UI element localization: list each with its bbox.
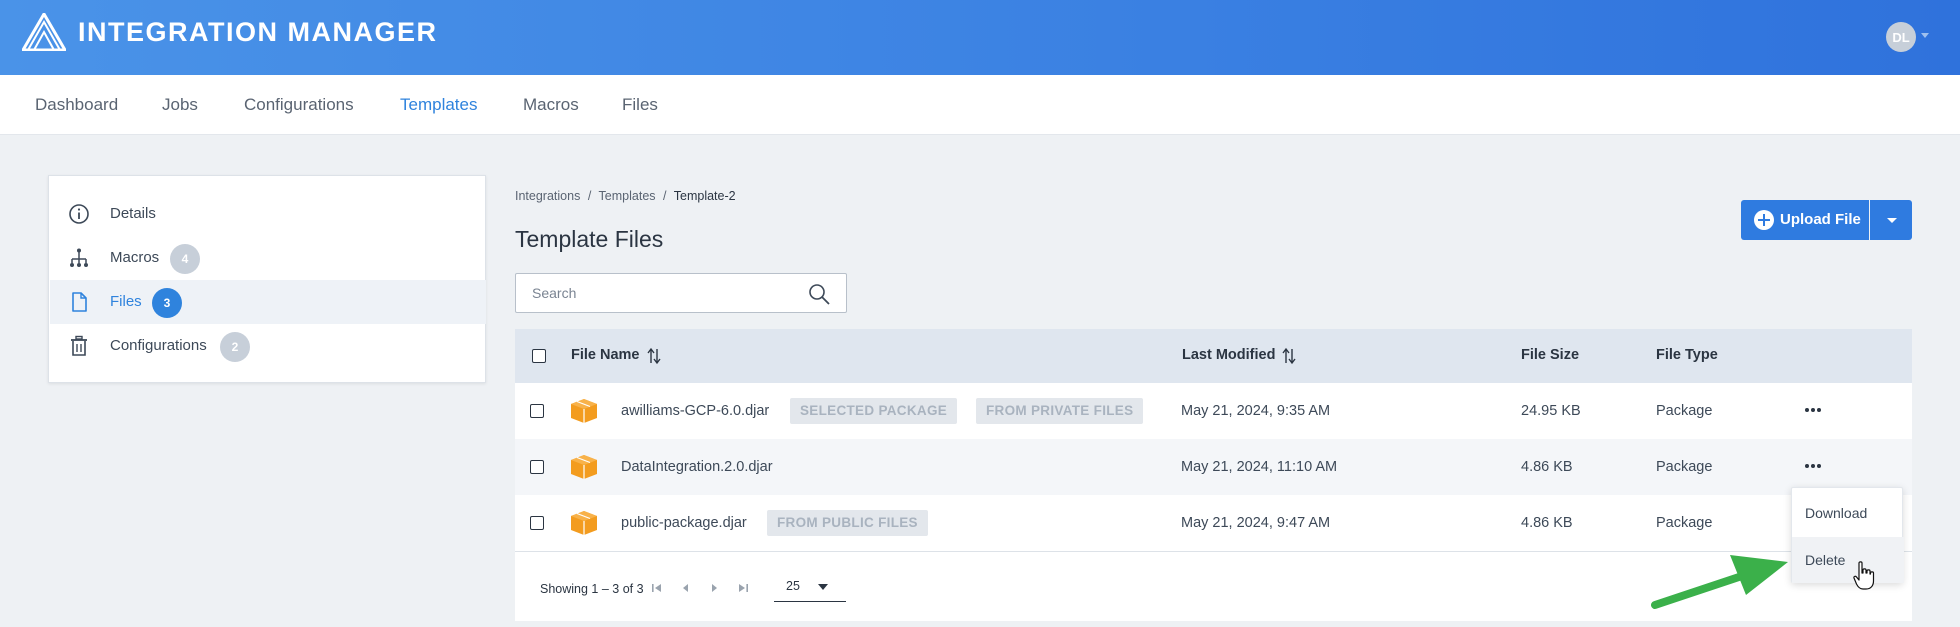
file-type: Package bbox=[1656, 515, 1713, 531]
app-title: INTEGRATION MANAGER bbox=[78, 17, 438, 47]
menu-item-download[interactable]: Download bbox=[1792, 490, 1904, 536]
table-row[interactable]: public-package.djar FROM PUBLIC FILES Ma… bbox=[515, 495, 1912, 551]
file-type: Package bbox=[1656, 459, 1713, 475]
sort-icon[interactable] bbox=[646, 347, 662, 365]
app-header: INTEGRATION MANAGER DL bbox=[0, 0, 1960, 75]
package-icon bbox=[571, 511, 597, 535]
table-row[interactable]: awilliams-GCP-6.0.djar SELECTED PACKAGE … bbox=[515, 383, 1912, 439]
rows-per-page-value: 25 bbox=[786, 579, 800, 593]
upload-file-button[interactable]: Upload File bbox=[1741, 200, 1869, 240]
more-actions-icon[interactable] bbox=[1802, 403, 1826, 417]
upload-file-label: Upload File bbox=[1780, 211, 1861, 228]
search-input[interactable] bbox=[516, 274, 796, 312]
count-badge: 3 bbox=[152, 288, 182, 318]
table-header: File Name Last Modified File Size File T… bbox=[515, 329, 1912, 383]
nav-configurations[interactable]: Configurations bbox=[244, 95, 354, 115]
chevron-down-icon[interactable] bbox=[1921, 33, 1929, 38]
rows-per-page-select[interactable]: 25 bbox=[774, 572, 846, 602]
file-name[interactable]: public-package.djar bbox=[621, 515, 747, 531]
select-all-checkbox[interactable] bbox=[532, 349, 546, 363]
sidebar-item-macros[interactable]: Macros 4 bbox=[50, 236, 486, 280]
info-icon bbox=[69, 204, 89, 224]
hierarchy-icon bbox=[70, 248, 88, 267]
file-name[interactable]: DataIntegration.2.0.djar bbox=[621, 459, 773, 475]
last-page-icon[interactable] bbox=[736, 581, 750, 595]
nav-dashboard[interactable]: Dashboard bbox=[35, 95, 118, 115]
package-icon bbox=[571, 455, 597, 479]
nav-files[interactable]: Files bbox=[622, 95, 658, 115]
row-checkbox[interactable] bbox=[530, 404, 544, 418]
page-title: Template Files bbox=[515, 226, 664, 252]
file-name[interactable]: awilliams-GCP-6.0.djar bbox=[621, 403, 769, 419]
template-sidebar: Details Macros 4 Files 3 Configurations … bbox=[48, 175, 486, 383]
sidebar-item-label: Macros bbox=[110, 249, 160, 266]
status-badge: SELECTED PACKAGE bbox=[790, 398, 958, 424]
breadcrumb-separator: / bbox=[663, 189, 667, 203]
status-badge: FROM PRIVATE FILES bbox=[976, 398, 1144, 424]
column-header-file-type: File Type bbox=[1656, 347, 1718, 363]
sort-icon[interactable] bbox=[1281, 347, 1297, 365]
sidebar-item-label: Files bbox=[110, 293, 142, 310]
sidebar-item-label: Details bbox=[110, 205, 156, 222]
package-icon bbox=[571, 399, 597, 423]
sidebar-item-configurations[interactable]: Configurations 2 bbox=[50, 324, 486, 368]
column-header-last-modified[interactable]: Last Modified bbox=[1182, 347, 1275, 363]
breadcrumb-current: Template-2 bbox=[673, 189, 736, 203]
sidebar-item-files[interactable]: Files 3 bbox=[50, 280, 486, 324]
sidebar-item-label: Configurations bbox=[110, 337, 207, 354]
count-badge: 4 bbox=[170, 244, 200, 274]
file-type: Package bbox=[1656, 403, 1713, 419]
next-page-icon[interactable] bbox=[707, 581, 721, 595]
breadcrumb: Integrations / Templates / Template-2 bbox=[515, 189, 740, 203]
row-actions-menu: Download Delete bbox=[1791, 487, 1904, 583]
top-nav: Dashboard Jobs Configurations Templates … bbox=[0, 75, 1960, 135]
row-checkbox[interactable] bbox=[530, 516, 544, 530]
last-modified: May 21, 2024, 11:10 AM bbox=[1181, 459, 1338, 475]
column-header-file-name[interactable]: File Name bbox=[571, 347, 640, 363]
nav-jobs[interactable]: Jobs bbox=[162, 95, 198, 115]
nav-templates[interactable]: Templates bbox=[400, 95, 477, 115]
showing-count: Showing 1 – 3 of 3 bbox=[540, 582, 644, 596]
more-actions-icon[interactable] bbox=[1802, 459, 1826, 473]
search-box bbox=[515, 273, 847, 313]
last-modified: May 21, 2024, 9:47 AM bbox=[1181, 515, 1331, 531]
breadcrumb-integrations[interactable]: Integrations bbox=[515, 189, 580, 203]
breadcrumb-templates[interactable]: Templates bbox=[599, 189, 656, 203]
count-badge: 2 bbox=[220, 332, 250, 362]
annotation-arrow-icon bbox=[1651, 555, 1788, 609]
logo-icon bbox=[22, 13, 66, 51]
status-badge: FROM PUBLIC FILES bbox=[767, 510, 928, 536]
upload-options-dropdown[interactable] bbox=[1870, 200, 1912, 240]
breadcrumb-separator: / bbox=[587, 189, 592, 203]
avatar[interactable]: DL bbox=[1886, 22, 1916, 52]
file-size: 4.86 KB bbox=[1521, 515, 1573, 531]
plus-circle-icon bbox=[1754, 210, 1774, 230]
row-checkbox[interactable] bbox=[530, 460, 544, 474]
previous-page-icon[interactable] bbox=[679, 581, 693, 595]
menu-item-delete[interactable]: Delete bbox=[1792, 537, 1904, 583]
table-row[interactable]: DataIntegration.2.0.djar May 21, 2024, 1… bbox=[515, 439, 1912, 495]
hand-cursor-icon bbox=[1853, 561, 1875, 590]
sidebar-item-details[interactable]: Details bbox=[50, 192, 486, 236]
file-icon bbox=[72, 292, 87, 312]
file-size: 4.86 KB bbox=[1521, 459, 1573, 475]
last-modified: May 21, 2024, 9:35 AM bbox=[1181, 403, 1331, 419]
column-header-file-size: File Size bbox=[1521, 347, 1580, 363]
file-size: 24.95 KB bbox=[1521, 403, 1581, 419]
first-page-icon[interactable] bbox=[650, 581, 664, 595]
search-icon[interactable] bbox=[807, 282, 831, 306]
nav-macros[interactable]: Macros bbox=[523, 95, 579, 115]
trash-icon bbox=[71, 335, 87, 356]
